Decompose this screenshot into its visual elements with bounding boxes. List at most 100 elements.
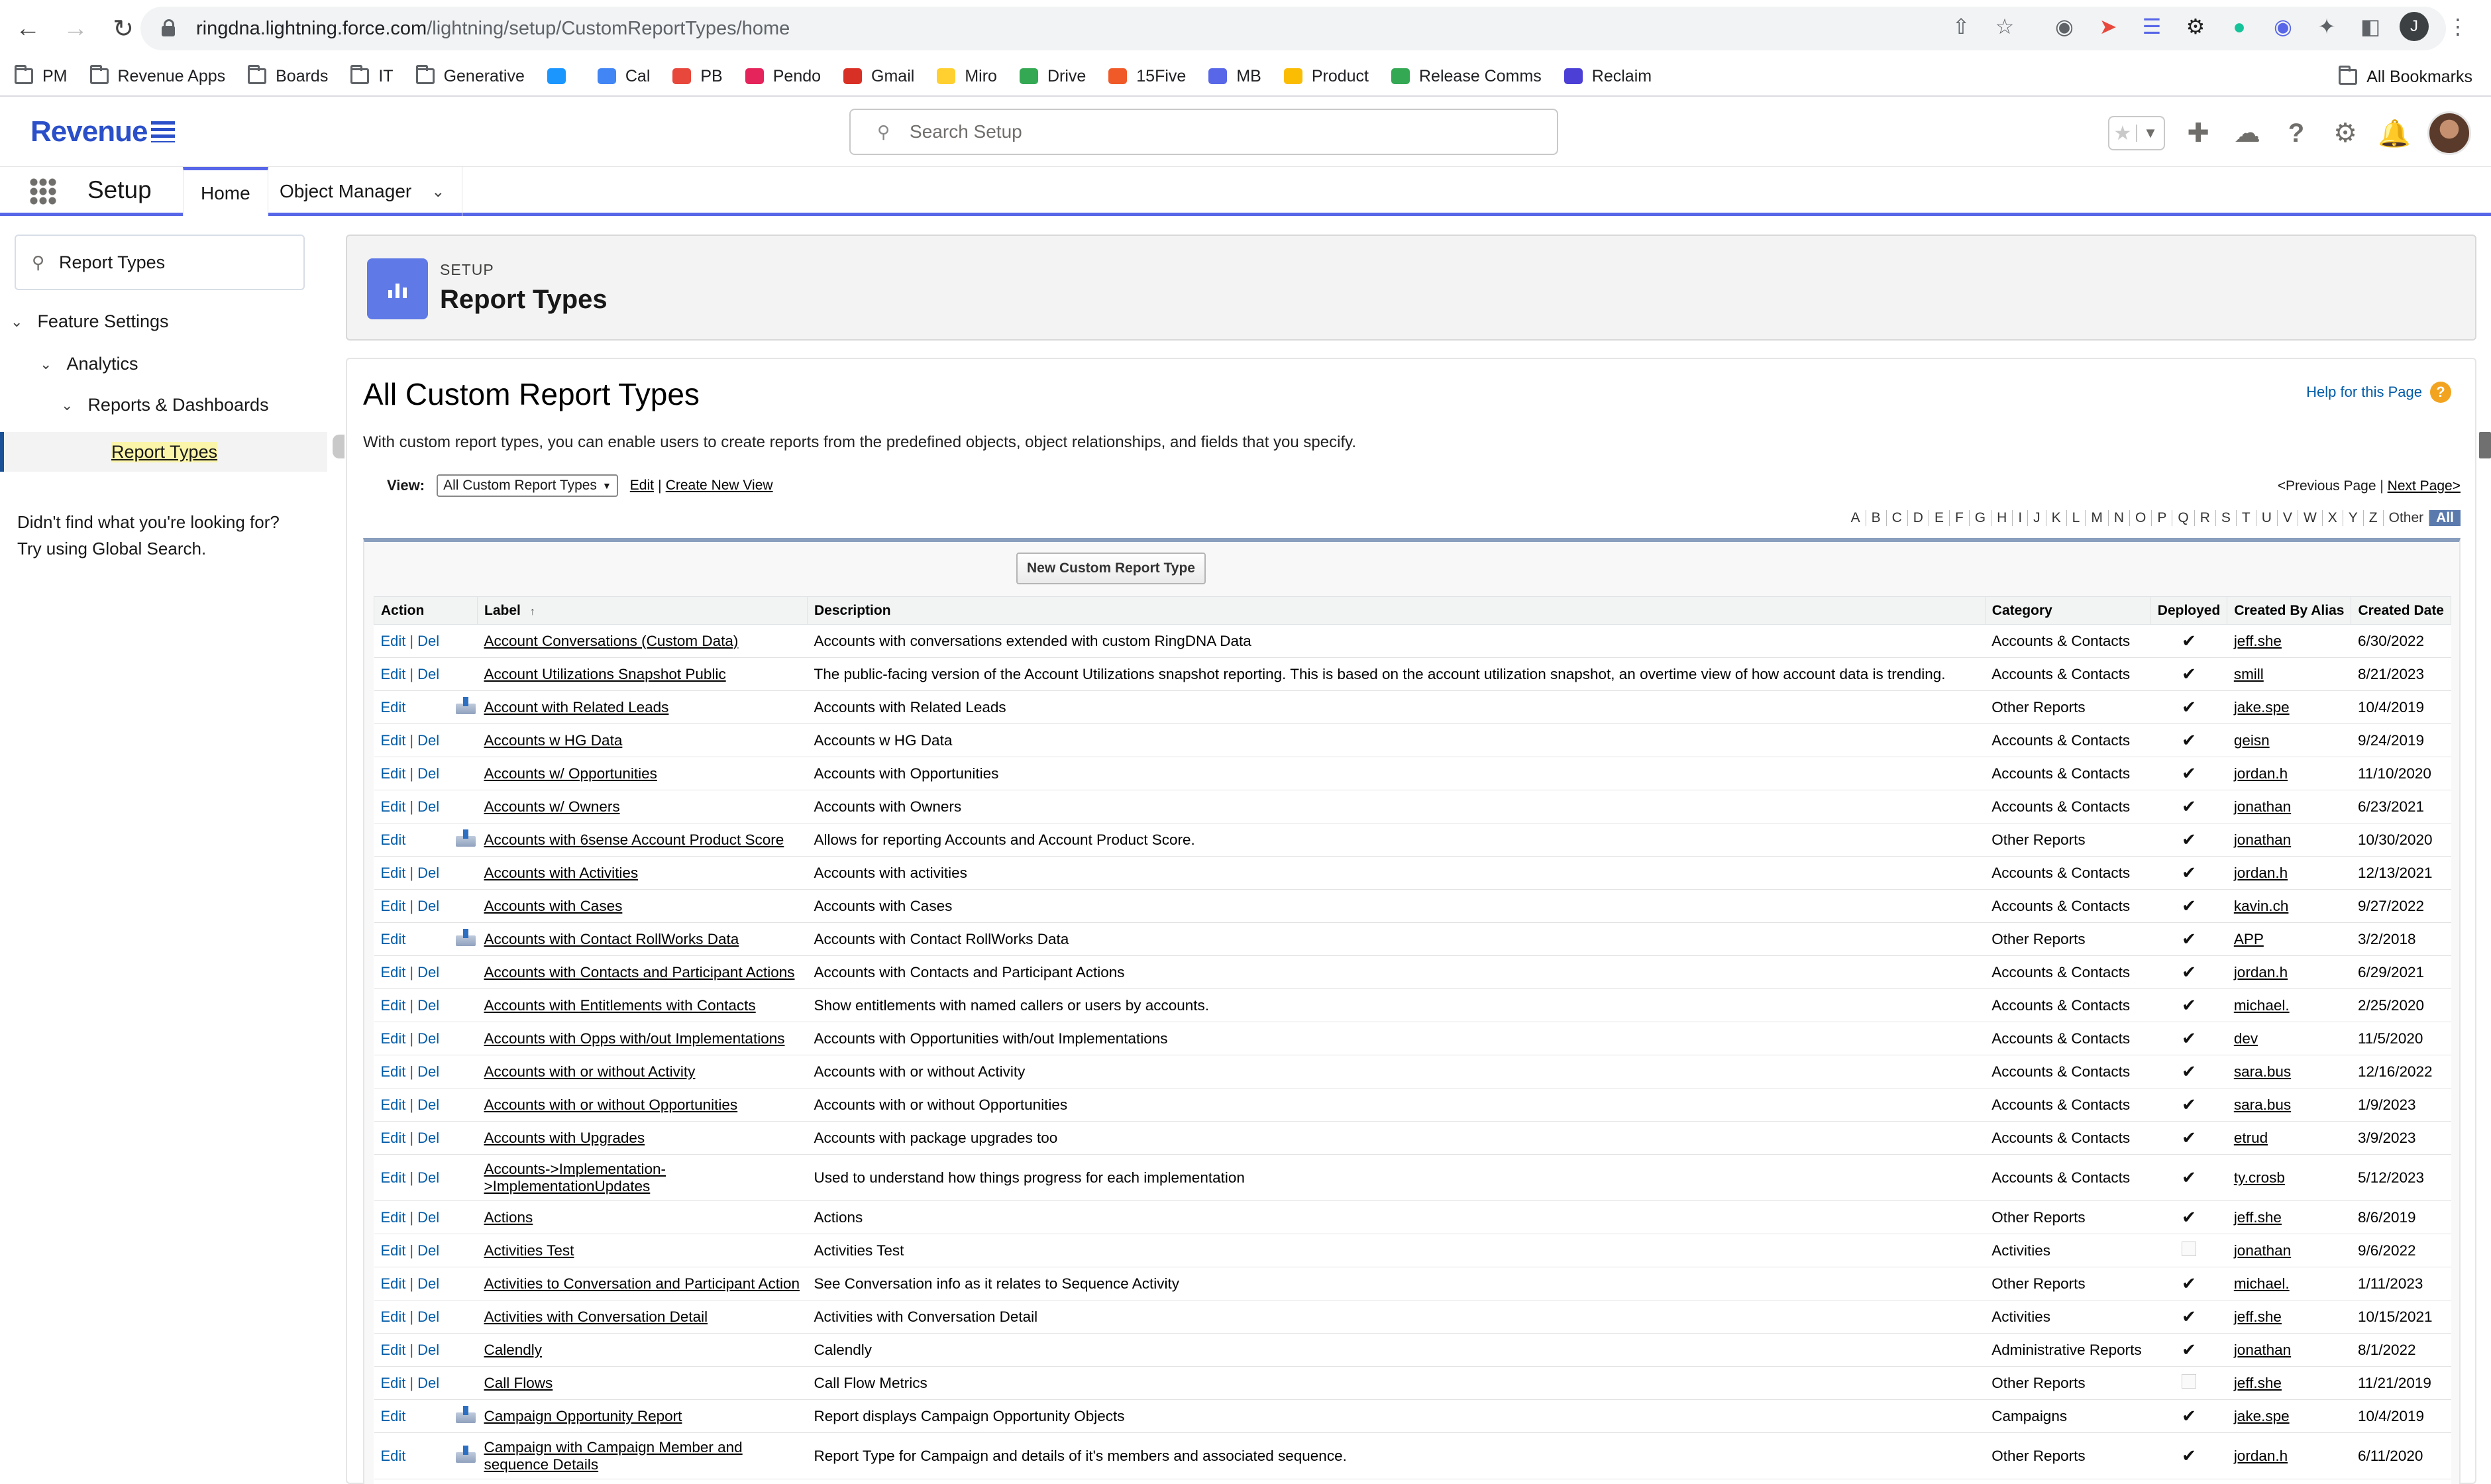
alpha-filter-s[interactable]: S [2216, 510, 2237, 526]
global-actions-plus-icon[interactable]: ✚ [2182, 117, 2214, 149]
report-type-link[interactable]: Accounts with Cases [484, 898, 623, 914]
user-alias-link[interactable]: jake.spe [2234, 699, 2290, 716]
edit-link[interactable]: Edit [381, 1169, 406, 1186]
edit-link[interactable]: Edit [381, 931, 406, 947]
delete-link[interactable]: Del [417, 633, 439, 649]
bookmark-cal[interactable]: Cal [597, 67, 650, 86]
user-alias-link[interactable]: jordan.h [2234, 765, 2288, 782]
alpha-filter-n[interactable]: N [2109, 510, 2131, 526]
report-type-link[interactable]: Calendly [484, 1342, 543, 1358]
edit-link[interactable]: Edit [381, 1096, 406, 1113]
alpha-filter-o[interactable]: O [2130, 510, 2152, 526]
report-type-link[interactable]: Account Utilizations Snapshot Public [484, 666, 726, 682]
alpha-filter-all[interactable]: All [2429, 510, 2461, 526]
new-custom-report-type-button[interactable]: New Custom Report Type [1016, 553, 1206, 584]
edit-link[interactable]: Edit [381, 1375, 406, 1391]
user-alias-link[interactable]: jake.spe [2234, 1408, 2290, 1424]
user-alias-link[interactable]: etrud [2234, 1130, 2268, 1146]
alpha-filter-t[interactable]: T [2237, 510, 2256, 526]
sort-ascending-icon[interactable]: ↑ [530, 606, 535, 617]
back-arrow-icon[interactable]: ← [8, 9, 48, 48]
edit-link[interactable]: Edit [381, 1130, 406, 1146]
delete-link[interactable]: Del [417, 1096, 439, 1113]
tree-feature-settings[interactable]: ⌄ Feature Settings [11, 311, 169, 332]
notifications-bell-icon[interactable]: 🔔 [2378, 117, 2411, 149]
user-alias-link[interactable]: APP [2234, 931, 2264, 947]
edit-link[interactable]: Edit [381, 1242, 406, 1259]
chevron-down-icon[interactable]: ⌄ [40, 356, 52, 373]
extension-pb-icon[interactable]: ➤ [2094, 12, 2123, 41]
edit-link[interactable]: Edit [381, 765, 406, 782]
edit-link[interactable]: Edit [381, 1063, 406, 1080]
alpha-filter-z[interactable]: Z [2364, 510, 2384, 526]
delete-link[interactable]: Del [417, 1308, 439, 1325]
bookmark-release-comms[interactable]: Release Comms [1391, 67, 1542, 86]
user-alias-link[interactable]: sara.bus [2234, 1096, 2291, 1113]
tree-report-types[interactable]: Report Types [0, 432, 327, 472]
tab-home[interactable]: Home [183, 167, 268, 216]
alpha-filter-i[interactable]: I [2013, 510, 2029, 526]
report-type-link[interactable]: Activities to Conversation and Participa… [484, 1275, 800, 1292]
delete-link[interactable]: Del [417, 765, 439, 782]
user-alias-link[interactable]: ty.crosb [2234, 1169, 2285, 1186]
tab-object-manager[interactable]: Object Manager ⌄ [262, 167, 463, 216]
help-question-icon[interactable]: ? [2280, 117, 2312, 149]
delete-link[interactable]: Del [417, 1169, 439, 1186]
bookmark-15five[interactable]: 15Five [1108, 67, 1186, 86]
user-alias-link[interactable]: jordan.h [2234, 964, 2288, 980]
report-type-link[interactable]: Campaign with Campaign Member and sequen… [484, 1439, 743, 1473]
delete-link[interactable]: Del [417, 1063, 439, 1080]
user-alias-link[interactable]: jordan.h [2234, 1448, 2288, 1464]
profile-avatar[interactable]: J [2400, 12, 2429, 41]
extension-shield-icon[interactable]: ◉ [2268, 12, 2298, 41]
edit-link[interactable]: Edit [381, 1030, 406, 1047]
bookmark-generative[interactable]: Generative [415, 65, 525, 86]
share-icon[interactable]: ⇧ [1946, 12, 1976, 41]
quick-find-input[interactable]: ⚲ Report Types [15, 235, 305, 290]
column-deployed[interactable]: Deployed [2150, 596, 2228, 625]
lock-icon[interactable] [160, 19, 176, 38]
report-type-link[interactable]: Accounts with or without Activity [484, 1063, 696, 1080]
alpha-filter-p[interactable]: P [2152, 510, 2173, 526]
report-type-link[interactable]: Accounts with Entitlements with Contacts [484, 997, 756, 1014]
view-select[interactable]: All Custom Report Types ▼ [437, 474, 618, 497]
help-link[interactable]: Help for this Page? [2306, 382, 2451, 403]
side-panel-icon[interactable]: ◧ [2356, 12, 2385, 41]
bookmark-it[interactable]: IT [350, 65, 394, 86]
alpha-filter-u[interactable]: U [2256, 510, 2278, 526]
menu-kebab-icon[interactable]: ⋮ [2443, 12, 2472, 41]
report-type-link[interactable]: Actions [484, 1209, 533, 1226]
user-alias-link[interactable]: smill [2234, 666, 2264, 682]
report-type-link[interactable]: Accounts with 6sense Account Product Sco… [484, 831, 784, 848]
column-created-by[interactable]: Created By Alias [2227, 596, 2352, 625]
bookmark-boards[interactable]: Boards [248, 65, 328, 86]
favorites-button[interactable]: ★ ▼ [2108, 116, 2165, 150]
bookmark-reclaim[interactable]: Reclaim [1564, 67, 1652, 86]
edit-link[interactable]: Edit [381, 997, 406, 1014]
edit-link[interactable]: Edit [381, 633, 406, 649]
star-icon[interactable]: ★ [2109, 122, 2136, 145]
chevron-down-icon[interactable]: ▼ [2136, 125, 2164, 142]
tree-analytics[interactable]: ⌄ Analytics [40, 354, 138, 374]
bookmark-drive[interactable]: Drive [1019, 67, 1086, 86]
bookmark-mb[interactable]: MB [1208, 67, 1261, 86]
extension-gear-icon[interactable]: ⚙ [2181, 12, 2210, 41]
delete-link[interactable]: Del [417, 666, 439, 682]
edit-view-link[interactable]: Edit [630, 478, 654, 494]
extension-mb-icon[interactable]: ☰ [2137, 12, 2166, 41]
alpha-filter-v[interactable]: V [2278, 510, 2298, 526]
url-text[interactable]: ringdna.lightning.force.com/lightning/se… [196, 18, 790, 40]
column-description[interactable]: Description [807, 596, 1986, 625]
delete-link[interactable]: Del [417, 798, 439, 815]
alpha-filter-h[interactable]: H [1991, 510, 2013, 526]
delete-link[interactable]: Del [417, 1375, 439, 1391]
user-alias-link[interactable]: jeff.she [2234, 1308, 2282, 1325]
alpha-filter-y[interactable]: Y [2343, 510, 2364, 526]
camera-icon[interactable]: ◉ [2050, 12, 2079, 41]
user-alias-link[interactable]: jordan.h [2234, 865, 2288, 881]
user-alias-link[interactable]: dev [2234, 1030, 2258, 1047]
edit-link[interactable]: Edit [381, 666, 406, 682]
user-alias-link[interactable]: kavin.ch [2234, 898, 2289, 914]
page-scrollbar[interactable] [2479, 432, 2491, 458]
edit-link[interactable]: Edit [381, 1308, 406, 1325]
